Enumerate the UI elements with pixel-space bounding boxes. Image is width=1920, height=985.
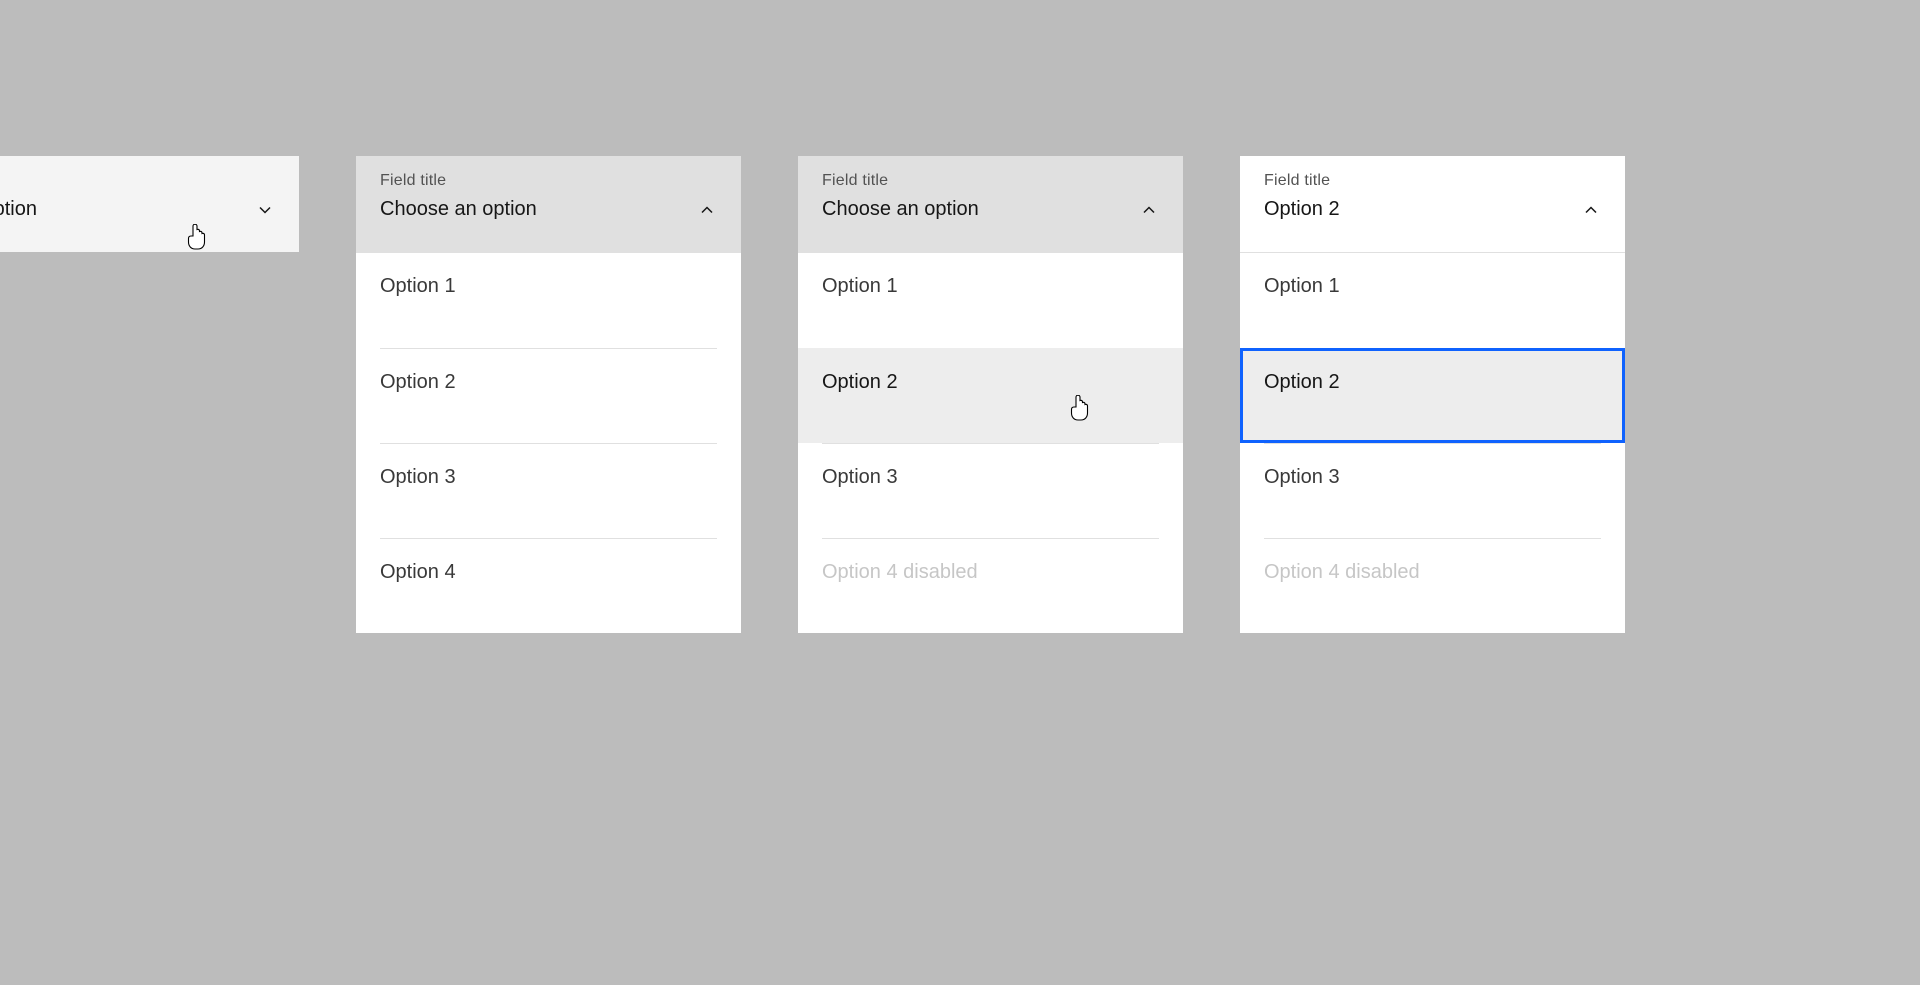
dropdown-trigger[interactable]: Field title Choose an option xyxy=(798,156,1183,253)
field-title: Field title xyxy=(380,172,717,190)
option-label: Option 4 disabled xyxy=(1264,538,1601,633)
dropdown-value: Option 2 xyxy=(1264,198,1340,221)
dropdown-trigger[interactable]: le e an option xyxy=(0,156,299,252)
field-title: Field title xyxy=(822,172,1159,190)
dropdown-option[interactable]: Option 4 xyxy=(356,538,741,633)
chevron-up-icon xyxy=(1139,200,1159,220)
option-label: Option 3 xyxy=(822,443,1159,538)
dropdown-option-hovered[interactable]: Option 2 xyxy=(798,348,1183,443)
option-label: Option 2 xyxy=(1264,348,1601,443)
option-label: Option 3 xyxy=(380,443,717,538)
dropdown-option[interactable]: Option 3 xyxy=(798,443,1183,538)
dropdown-option[interactable]: Option 1 xyxy=(356,253,741,348)
dropdown-trigger[interactable]: Field title Option 2 xyxy=(1240,156,1625,253)
dropdown-option[interactable]: Option 1 xyxy=(798,253,1183,348)
option-label: Option 4 xyxy=(380,538,717,633)
dropdown-option-disabled: Option 4 disabled xyxy=(798,538,1183,633)
option-label: Option 2 xyxy=(380,348,717,443)
dropdown-options: Option 1 Option 2 Option 3 Option 4 disa… xyxy=(798,253,1183,633)
dropdown-open-selected: Field title Option 2 Option 1 Option 2 O… xyxy=(1240,156,1625,633)
option-label: Option 4 disabled xyxy=(822,538,1159,633)
dropdown-value: Choose an option xyxy=(822,198,979,221)
dropdown-options: Option 1 Option 2 Option 3 Option 4 xyxy=(356,253,741,633)
dropdown-options: Option 1 Option 2 Option 3 Option 4 disa… xyxy=(1240,253,1625,633)
dropdown-value-row: Choose an option xyxy=(380,198,717,221)
option-label: Option 2 xyxy=(822,348,1159,443)
chevron-up-icon xyxy=(1581,200,1601,220)
field-title: le xyxy=(0,172,275,190)
field-title: Field title xyxy=(1264,172,1601,190)
option-label: Option 1 xyxy=(822,253,1159,348)
dropdown-trigger[interactable]: Field title Choose an option xyxy=(356,156,741,253)
option-label: Option 3 xyxy=(1264,443,1601,538)
dropdown-value-row: e an option xyxy=(0,198,275,221)
dropdown-value-row: Option 2 xyxy=(1264,198,1601,221)
dropdown-option[interactable]: Option 3 xyxy=(1240,443,1625,538)
dropdown-option[interactable]: Option 3 xyxy=(356,443,741,538)
dropdown-option-selected[interactable]: Option 2 xyxy=(1240,348,1625,443)
dropdown-open-hover: Field title Choose an option Option 1 Op… xyxy=(798,156,1183,633)
option-label: Option 1 xyxy=(1264,253,1601,348)
dropdown-value-row: Choose an option xyxy=(822,198,1159,221)
dropdown-option-disabled: Option 4 disabled xyxy=(1240,538,1625,633)
dropdown-value: Choose an option xyxy=(380,198,537,221)
dropdown-open-default: Field title Choose an option Option 1 Op… xyxy=(356,156,741,633)
dropdown-value: e an option xyxy=(0,198,37,221)
option-label: Option 1 xyxy=(380,253,717,348)
dropdown-option[interactable]: Option 2 xyxy=(356,348,741,443)
dropdown-closed: le e an option xyxy=(0,156,299,252)
dropdown-option[interactable]: Option 1 xyxy=(1240,253,1625,348)
chevron-up-icon xyxy=(697,200,717,220)
chevron-down-icon xyxy=(255,200,275,220)
